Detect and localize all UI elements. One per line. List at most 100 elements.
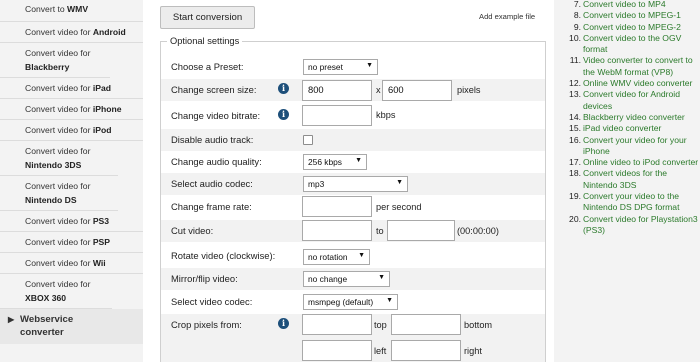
- list-item: 7. Convert video to MP4: [566, 0, 700, 10]
- cut-video-row: Cut video: to (00:00:00): [161, 220, 545, 242]
- sidebar-item-iphone[interactable]: Convert video for iPhone: [0, 99, 143, 120]
- list-item-link[interactable]: Convert video to MPEG-2: [583, 22, 681, 32]
- rotate-value: no rotation: [308, 252, 348, 262]
- sidebar-item-bold: PS3: [92, 216, 110, 226]
- sidebar-item-ps3[interactable]: Convert video for PS3: [0, 211, 143, 232]
- crop-left-label: left: [374, 346, 387, 356]
- sidebar-item-nintendo-ds[interactable]: Convert video for Nintendo DS: [0, 176, 118, 211]
- crop-top-input[interactable]: [302, 314, 372, 335]
- video-codec-value: msmpeg (default): [308, 297, 374, 307]
- crop-right-input[interactable]: [391, 340, 461, 361]
- crop-left-input[interactable]: [302, 340, 372, 361]
- list-item-link[interactable]: Blackberry video converter: [583, 112, 685, 122]
- list-item-number: 19.: [569, 191, 581, 202]
- preset-row: Choose a Preset: no preset ▼: [161, 56, 545, 78]
- audio-quality-select[interactable]: 256 kbps ▼: [303, 154, 367, 170]
- mirror-select[interactable]: no change ▼: [303, 271, 390, 287]
- screen-height-input[interactable]: 600: [382, 80, 452, 101]
- list-item-number: 7.: [573, 0, 581, 9]
- list-item: 17. Online video to iPod converter: [566, 157, 700, 168]
- bitrate-row: Change video bitrate: i kbps: [161, 105, 545, 127]
- list-item-number: 15.: [569, 123, 581, 134]
- webservice-label-line1: Webservice: [20, 314, 74, 325]
- rotate-select[interactable]: no rotation ▼: [303, 249, 370, 265]
- list-item: 16. Convert your video for your iPhone: [566, 135, 700, 158]
- audio-codec-select[interactable]: mp3 ▼: [303, 176, 408, 192]
- sidebar-item-nintendo-3ds[interactable]: Convert video for Nintendo 3DS: [0, 141, 118, 176]
- sidebar-item-android[interactable]: Convert video for Android: [0, 22, 143, 43]
- chevron-down-icon: ▼: [378, 274, 385, 281]
- list-item-link[interactable]: Convert your video for your iPhone: [583, 135, 687, 156]
- list-item-link[interactable]: Convert video to MPEG-1: [583, 10, 681, 20]
- video-codec-select[interactable]: msmpeg (default) ▼: [303, 294, 398, 310]
- bitrate-input[interactable]: [302, 105, 372, 126]
- info-icon[interactable]: i: [278, 318, 289, 329]
- list-item-number: 11.: [569, 55, 581, 66]
- preset-select[interactable]: no preset ▼: [303, 59, 378, 75]
- sidebar-item-psp[interactable]: Convert video for PSP: [0, 232, 143, 253]
- crop-bottom-input[interactable]: [391, 314, 461, 335]
- sidebar-item-bold: iPad: [92, 83, 111, 93]
- sidebar-item-prefix: Convert video for: [25, 27, 93, 37]
- audio-codec-row: Select audio codec: mp3 ▼: [161, 173, 545, 195]
- info-icon[interactable]: i: [278, 83, 289, 94]
- sidebar-item-bold: Blackberry: [25, 62, 70, 72]
- list-item: 20. Convert video for Playstation3 (PS3): [566, 214, 700, 237]
- sidebar-item-blackberry[interactable]: Convert video for Blackberry: [0, 43, 110, 78]
- optional-settings-fieldset: Optional settings Choose a Preset: no pr…: [160, 36, 546, 362]
- start-conversion-button[interactable]: Start conversion: [160, 6, 255, 29]
- list-item-number: 17.: [569, 157, 581, 168]
- mirror-row: Mirror/flip video: no change ▼: [161, 268, 545, 290]
- list-item: 8. Convert video to MPEG-1: [566, 10, 700, 21]
- sidebar-item-ipod[interactable]: Convert video for iPod: [0, 120, 143, 141]
- disable-audio-row: Disable audio track:: [161, 129, 545, 151]
- cut-to-input[interactable]: [387, 220, 455, 241]
- disable-audio-checkbox[interactable]: [303, 135, 313, 145]
- disable-audio-label: Disable audio track:: [171, 134, 254, 145]
- sidebar-item-xbox-360[interactable]: Convert video for XBOX 360: [0, 274, 112, 309]
- sidebar-item-webservice-converter[interactable]: ▶ Webservice converter: [0, 309, 143, 344]
- list-item-link[interactable]: Convert video for Android devices: [583, 89, 680, 110]
- left-sidebar: Convert to WMV Convert video for Android…: [0, 0, 143, 362]
- list-item-link[interactable]: Convert video to MP4: [583, 0, 666, 9]
- audio-quality-value: 256 kbps: [308, 157, 342, 167]
- list-item-link[interactable]: Convert video to the OGV format: [583, 33, 681, 54]
- chevron-down-icon: ▼: [386, 297, 393, 304]
- info-icon[interactable]: i: [278, 109, 289, 120]
- sidebar-item-ipad[interactable]: Convert video for iPad: [0, 78, 143, 99]
- sidebar-item-bold: XBOX 360: [25, 293, 67, 303]
- screen-size-unit: pixels: [457, 85, 481, 95]
- list-item-number: 14.: [569, 111, 581, 122]
- list-item-link[interactable]: Convert video for Playstation3 (PS3): [583, 214, 698, 235]
- list-item-link[interactable]: Convert your video to the Nintendo DS DP…: [583, 191, 679, 212]
- sidebar-item-prefix: Convert to: [25, 4, 68, 14]
- frame-rate-row: Change frame rate: per second: [161, 196, 545, 218]
- list-item: 15. iPad video converter: [566, 123, 700, 134]
- list-item: 11. Video converter to convert to the Web…: [566, 55, 700, 78]
- webservice-label: Webservice converter: [20, 313, 73, 339]
- rotate-label: Rotate video (clockwise):: [171, 250, 276, 261]
- sidebar-item-wii[interactable]: Convert video for Wii: [0, 253, 143, 274]
- list-item: 18. Convert videos for the Nintendo 3DS: [566, 168, 700, 191]
- list-item-link[interactable]: Video converter to convert to the WebM f…: [583, 55, 693, 76]
- crop-row: Crop pixels from: i top bottom left righ…: [161, 314, 545, 362]
- chevron-down-icon: ▼: [355, 157, 362, 164]
- list-item: 13. Convert video for Android devices: [566, 89, 700, 112]
- sidebar-item-prefix: Convert video for: [25, 83, 93, 93]
- list-item-link[interactable]: Convert videos for the Nintendo 3DS: [583, 168, 667, 189]
- chevron-down-icon: ▼: [396, 179, 403, 186]
- screen-width-input[interactable]: 800: [302, 80, 372, 101]
- list-item: 9. Convert video to MPEG-2: [566, 22, 700, 33]
- sidebar-item-prefix: Convert video for: [25, 104, 93, 114]
- list-item-link[interactable]: iPad video converter: [583, 123, 661, 133]
- sidebar-item-prefix: Convert video for: [25, 216, 93, 226]
- sidebar-item-wmv[interactable]: Convert to WMV: [0, 0, 143, 22]
- cut-from-input[interactable]: [302, 220, 372, 241]
- sidebar-item-prefix: Convert video for: [25, 279, 91, 289]
- add-example-file-link[interactable]: Add example file: [479, 12, 535, 21]
- list-item-link[interactable]: Online video to iPod converter: [583, 157, 698, 167]
- frame-rate-input[interactable]: [302, 196, 372, 217]
- webservice-label-line2: converter: [20, 327, 64, 338]
- sidebar-item-bold: iPhone: [92, 104, 122, 114]
- list-item-link[interactable]: Online WMV video converter: [583, 78, 692, 88]
